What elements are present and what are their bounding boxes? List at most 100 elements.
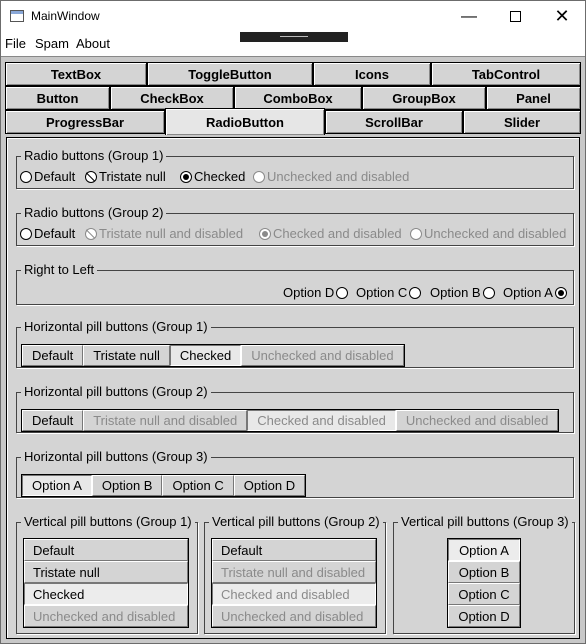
vpill-default[interactable]: Default [24,539,188,561]
pill-default[interactable]: Default [22,345,84,366]
radio-circle-icon [336,286,349,299]
radio-group-2: Radio buttons (Group 2) Default Tristate… [16,205,574,246]
radio-unchecked-disabled: Unchecked and disabled [410,226,566,241]
radio-label: Unchecked and disabled [424,226,567,241]
drag-gripper[interactable] [240,32,348,42]
vpill-option-d[interactable]: Option D [448,605,520,627]
radio-circle-icon [20,227,32,240]
radio-option-c[interactable]: Option C [356,285,422,300]
vpill-unchecked-disabled: Unchecked and disabled [24,605,188,627]
close-icon: ✕ [554,6,570,26]
radio-default[interactable]: Default [20,169,75,184]
radio-checked-icon [180,170,192,183]
main-window: MainWindow — ✕ File Spam About TextBox T… [0,0,586,644]
radio-option-b[interactable]: Option B [430,285,495,300]
pill-option-c[interactable]: Option C [162,475,234,496]
radio-checked-icon [554,286,567,299]
vpill-option-c[interactable]: Option C [448,583,520,605]
pill-option-a[interactable]: Option A [22,475,92,496]
menu-spam[interactable]: Spam [35,36,69,51]
radio-option-d[interactable]: Option D [283,285,349,300]
minimize-icon: — [461,7,477,25]
radio-checked[interactable]: Checked [180,169,245,184]
group-title: Horizontal pill buttons (Group 1) [21,319,211,334]
radio-label: Checked and disabled [273,226,402,241]
pill-unchecked-disabled: Unchecked and disabled [395,410,559,431]
radio-label: Tristate null [99,169,166,184]
group-title: Vertical pill buttons (Group 2) [209,514,383,529]
radio-option-a[interactable]: Option A [503,285,567,300]
radio-tristate-icon [85,170,97,183]
radio-label: Option A [503,285,553,300]
tab-slider[interactable]: Slider [463,110,581,134]
radio-checked-icon [259,227,271,240]
group-title: Horizontal pill buttons (Group 2) [21,384,211,399]
radio-circle-icon [253,170,265,183]
tab-tabcontrol[interactable]: TabControl [431,62,581,86]
tab-progressbar[interactable]: ProgressBar [5,110,165,134]
vpill-default[interactable]: Default [212,539,376,561]
group-title: Radio buttons (Group 2) [21,205,167,220]
radio-label: Tristate null and disabled [99,226,244,241]
menu-about[interactable]: About [76,36,110,51]
maximize-button[interactable] [492,1,538,32]
group-title: Vertical pill buttons (Group 1) [21,514,195,529]
tab-togglebutton[interactable]: ToggleButton [147,62,313,86]
pill-bar: Default Tristate null and disabled Check… [21,409,560,432]
pill-default[interactable]: Default [22,410,84,431]
group-title: Radio buttons (Group 1) [21,148,167,163]
vertical-pill-group-2: Vertical pill buttons (Group 2) Default … [204,514,386,634]
app-window-icon [10,10,24,22]
pill-bar: Option A Option B Option C Option D [21,474,307,497]
radio-tristate-icon [85,227,97,240]
radio-tristate-null-disabled: Tristate null and disabled [85,226,243,241]
radio-label: Default [34,226,76,241]
window-title: MainWindow [31,9,100,23]
tab-panel[interactable]: Panel [486,86,581,110]
vpill-option-b[interactable]: Option B [448,561,520,583]
tab-groupbox[interactable]: GroupBox [362,86,486,110]
menu-file[interactable]: File [5,36,26,51]
radio-label: Option B [430,285,481,300]
radio-label: Option D [283,285,335,300]
vertical-pill-stack: Default Tristate null Checked Unchecked … [23,538,189,628]
radio-unchecked-disabled: Unchecked and disabled [253,169,409,184]
radio-circle-icon [482,286,495,299]
radio-label: Default [34,169,76,184]
tab-radiobutton[interactable]: RadioButton [165,108,325,135]
radio-default[interactable]: Default [20,226,75,241]
pill-option-b[interactable]: Option B [91,475,163,496]
vpill-checked[interactable]: Checked [24,583,188,605]
radio-tristate-null[interactable]: Tristate null [85,169,166,184]
pill-tristate-null[interactable]: Tristate null [83,345,170,366]
tab-textbox[interactable]: TextBox [5,62,147,86]
resize-grip-icon[interactable] [573,631,583,641]
vpill-tristate-null-disabled: Tristate null and disabled [212,561,376,583]
tab-scrollbar[interactable]: ScrollBar [325,110,463,134]
vertical-pill-stack: Default Tristate null and disabled Check… [211,538,377,628]
radio-label: Checked [194,169,246,184]
vertical-pill-stack: Option A Option B Option C Option D [447,538,521,628]
radio-circle-icon [20,170,32,183]
vpill-tristate-null[interactable]: Tristate null [24,561,188,583]
pill-option-d[interactable]: Option D [233,475,306,496]
radio-group-rtl: Right to Left Option D Option C Option B… [16,262,574,305]
pill-checked-disabled: Checked and disabled [247,410,396,431]
tab-combobox[interactable]: ComboBox [234,86,362,110]
group-title: Right to Left [21,262,98,277]
title-bar[interactable]: MainWindow — ✕ [1,1,585,32]
horizontal-pill-group-3: Horizontal pill buttons (Group 3) Option… [16,449,574,498]
radiobutton-tab-panel: Radio buttons (Group 1) Default Tristate… [6,137,580,639]
minimize-button[interactable]: — [446,1,492,32]
horizontal-pill-group-2: Horizontal pill buttons (Group 2) Defaul… [16,384,574,433]
group-title: Horizontal pill buttons (Group 3) [21,449,211,464]
tab-icons[interactable]: Icons [313,62,431,86]
radio-checked-disabled: Checked and disabled [259,226,402,241]
close-button[interactable]: ✕ [539,1,585,32]
group-title: Vertical pill buttons (Group 3) [398,514,572,529]
tab-button[interactable]: Button [5,86,110,110]
vpill-option-a[interactable]: Option A [448,539,520,561]
tab-checkbox[interactable]: CheckBox [110,86,234,110]
pill-checked[interactable]: Checked [169,345,242,366]
vertical-pill-group-1: Vertical pill buttons (Group 1) Default … [16,514,198,634]
